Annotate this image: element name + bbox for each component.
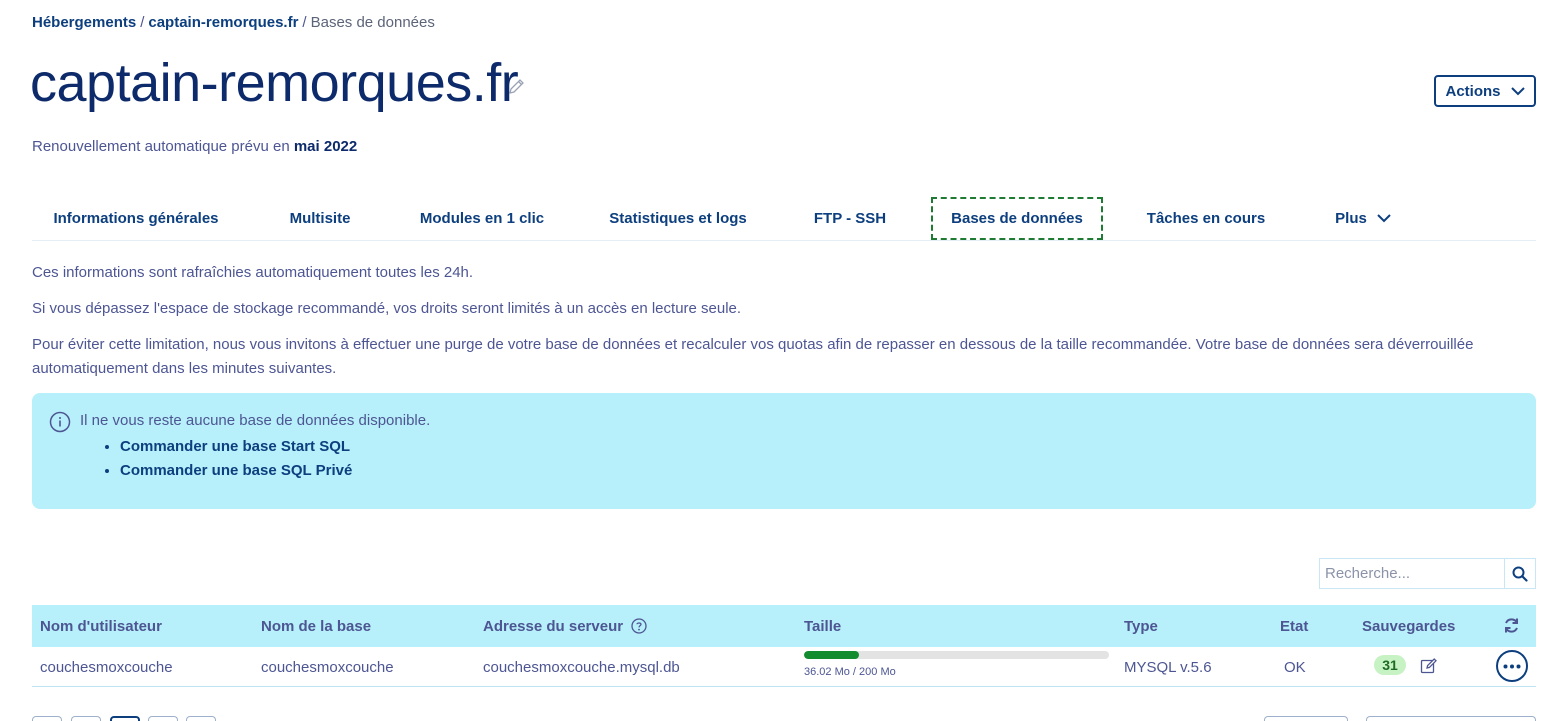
- column-header-size[interactable]: Taille: [804, 605, 841, 647]
- pagination-button[interactable]: [148, 716, 178, 721]
- notice-box: Il ne vous reste aucune base de données …: [32, 393, 1536, 509]
- column-header-base[interactable]: Nom de la base: [261, 605, 371, 647]
- pagination-button-current[interactable]: [110, 716, 140, 721]
- info-refresh-text: Ces informations sont rafraîchies automa…: [32, 264, 474, 281]
- renewal-prefix: Renouvellement automatique prévu en: [32, 138, 290, 155]
- breadcrumb-hebergements-link[interactable]: Hébergements: [32, 14, 136, 31]
- column-header-state[interactable]: Etat: [1280, 605, 1308, 647]
- tab-informations-generales[interactable]: Informations générales: [32, 197, 240, 240]
- more-dots-icon: [1503, 664, 1521, 668]
- actions-button-label: Actions: [1445, 82, 1501, 100]
- info-limitation-text: Pour éviter cette limitation, nous vous …: [32, 336, 1474, 377]
- tab-taches[interactable]: Tâches en cours: [1128, 197, 1284, 240]
- page-title: captain-remorques.fr: [30, 53, 519, 113]
- info-storage-text: Si vous dépassez l'espace de stockage re…: [32, 300, 742, 317]
- chevron-down-icon: [1510, 86, 1525, 95]
- column-header-type[interactable]: Type: [1124, 605, 1158, 647]
- tab-label: Informations générales: [53, 210, 219, 227]
- search-box: [1319, 558, 1536, 589]
- tab-label: FTP - SSH: [813, 210, 887, 227]
- pagination-button[interactable]: [186, 716, 216, 721]
- breadcrumb-current: Bases de données: [310, 14, 435, 31]
- column-header-server[interactable]: Adresse du serveur: [483, 605, 647, 647]
- table-header: Nom d'utilisateur Nom de la base Adresse…: [32, 605, 1536, 647]
- breadcrumb-separator: /: [302, 14, 307, 31]
- pagination-button[interactable]: [71, 716, 101, 721]
- notice-message: Il ne vous reste aucune base de données …: [80, 412, 431, 429]
- pagination-nav[interactable]: [1366, 716, 1536, 721]
- breadcrumb-separator: /: [140, 14, 145, 31]
- breadcrumb: Hébergements / captain-remorques.fr / Ba…: [32, 14, 435, 31]
- pagination-button[interactable]: [32, 716, 62, 721]
- databases-table: Nom d'utilisateur Nom de la base Adresse…: [32, 605, 1536, 687]
- refresh-icon[interactable]: [1503, 617, 1520, 634]
- row-more-options-button[interactable]: [1496, 650, 1528, 682]
- cell-user: couchesmoxcouche: [40, 658, 173, 676]
- tab-label: Modules en 1 clic: [419, 210, 545, 227]
- tab-label: Statistiques et logs: [609, 210, 747, 227]
- cell-state: OK: [1284, 658, 1306, 676]
- search-icon: [1512, 566, 1528, 582]
- tab-ftp-ssh[interactable]: FTP - SSH: [792, 197, 908, 240]
- info-icon: [49, 411, 71, 433]
- cell-type: MYSQL v.5.6: [1124, 658, 1212, 676]
- breadcrumb-domain-link[interactable]: captain-remorques.fr: [148, 14, 298, 31]
- order-start-sql-link[interactable]: Commander une base Start SQL: [120, 438, 350, 455]
- tab-bases-de-donnees[interactable]: Bases de données: [931, 197, 1103, 240]
- search-button[interactable]: [1504, 558, 1536, 589]
- edit-icon[interactable]: [1420, 657, 1438, 675]
- renewal-info: Renouvellement automatique prévu en mai …: [32, 138, 357, 155]
- size-progress-fill: [804, 651, 859, 659]
- column-header-user[interactable]: Nom d'utilisateur: [40, 605, 162, 647]
- search-input[interactable]: [1319, 558, 1504, 589]
- cell-server: couchesmoxcouche.mysql.db: [483, 658, 680, 676]
- tab-statistiques[interactable]: Statistiques et logs: [588, 197, 768, 240]
- actions-button[interactable]: Actions: [1434, 75, 1536, 107]
- help-icon[interactable]: [631, 618, 647, 634]
- notice-link-item: Commander une base SQL Privé: [120, 459, 352, 483]
- tab-label: Bases de données: [951, 210, 1083, 227]
- column-header-server-label: Adresse du serveur: [483, 617, 624, 635]
- tab-plus[interactable]: Plus: [1308, 197, 1418, 240]
- size-progress: 36.02 Mo / 200 Mo: [804, 651, 1109, 678]
- tab-label: Plus: [1335, 210, 1367, 227]
- backups-count-badge[interactable]: 31: [1374, 655, 1406, 675]
- renewal-date: mai 2022: [293, 138, 358, 155]
- pencil-icon[interactable]: [507, 76, 527, 96]
- notice-links: Commander une base Start SQL Commander u…: [120, 435, 352, 483]
- cell-base: couchesmoxcouche: [261, 658, 394, 676]
- tab-multisite[interactable]: Multisite: [264, 197, 376, 240]
- page-size-select[interactable]: [1264, 716, 1348, 721]
- table-row: couchesmoxcouche couchesmoxcouche couche…: [32, 647, 1536, 687]
- tab-bar: Informations générales Multisite Modules…: [32, 197, 1536, 241]
- tab-modules[interactable]: Modules en 1 clic: [400, 197, 564, 240]
- tab-label: Multisite: [289, 210, 351, 227]
- size-label: 36.02 Mo / 200 Mo: [804, 666, 896, 678]
- order-sql-prive-link[interactable]: Commander une base SQL Privé: [120, 462, 352, 479]
- column-header-backups[interactable]: Sauvegardes: [1362, 605, 1455, 647]
- notice-link-item: Commander une base Start SQL: [120, 435, 352, 459]
- size-progress-track: [804, 651, 1109, 659]
- chevron-down-icon: [1377, 214, 1391, 223]
- tab-label: Tâches en cours: [1146, 210, 1266, 227]
